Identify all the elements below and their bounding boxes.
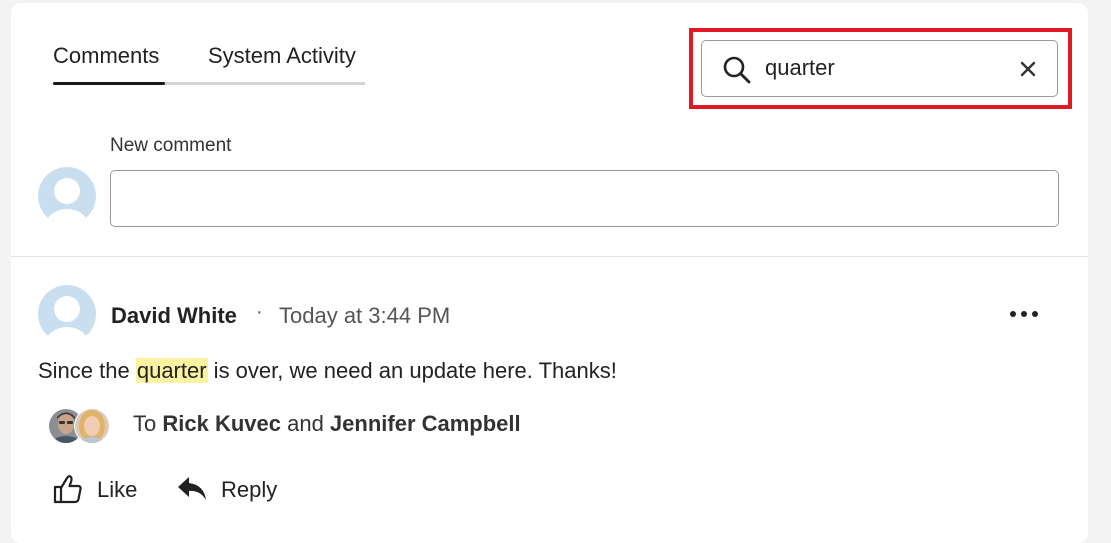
author-avatar bbox=[38, 285, 96, 343]
reply-label: Reply bbox=[221, 477, 278, 502]
search-input[interactable] bbox=[765, 52, 1005, 84]
like-button[interactable]: Like bbox=[52, 473, 152, 509]
comment-text-end: is over, we need an update here. Thanks! bbox=[207, 358, 617, 383]
current-user-avatar bbox=[38, 167, 96, 225]
close-icon[interactable] bbox=[1016, 57, 1040, 81]
thumbs-up-icon bbox=[53, 475, 82, 504]
active-tab-indicator bbox=[53, 82, 165, 85]
recipients-prefix: To bbox=[133, 411, 163, 436]
reply-button[interactable]: Reply bbox=[176, 473, 296, 509]
new-comment-label: New comment bbox=[110, 135, 232, 156]
tab-comments[interactable]: Comments bbox=[53, 43, 159, 69]
reply-arrow-icon bbox=[178, 477, 206, 500]
search-field[interactable] bbox=[701, 40, 1058, 97]
recipients-joiner: and bbox=[280, 411, 330, 436]
like-label: Like bbox=[97, 477, 138, 502]
comment-author: David White bbox=[111, 303, 237, 328]
search-match-highlight: quarter bbox=[135, 358, 208, 383]
recipient-avatars bbox=[48, 408, 110, 444]
comment-text: Since the quarter is over, we need an up… bbox=[38, 358, 617, 384]
jennifer-campbell-avatar bbox=[74, 408, 110, 444]
search-icon bbox=[723, 56, 751, 84]
comment-text-start: Since the bbox=[38, 358, 136, 383]
comment-recipients: To Rick Kuvec and Jennifer Campbell bbox=[133, 411, 521, 437]
comments-panel: Comments System Activity New comment bbox=[11, 3, 1088, 543]
recipient-jennifer-campbell[interactable]: Jennifer Campbell bbox=[330, 411, 521, 436]
recipient-rick-kuvec[interactable]: Rick Kuvec bbox=[162, 411, 281, 436]
tab-bar: Comments System Activity bbox=[53, 39, 365, 85]
new-comment-input[interactable] bbox=[110, 170, 1059, 227]
divider bbox=[11, 256, 1088, 257]
tab-system-activity[interactable]: System Activity bbox=[208, 43, 356, 69]
separator-dot: · bbox=[256, 301, 263, 323]
more-options-icon[interactable] bbox=[1007, 302, 1041, 326]
comment-timestamp: Today at 3:44 PM bbox=[279, 303, 451, 328]
